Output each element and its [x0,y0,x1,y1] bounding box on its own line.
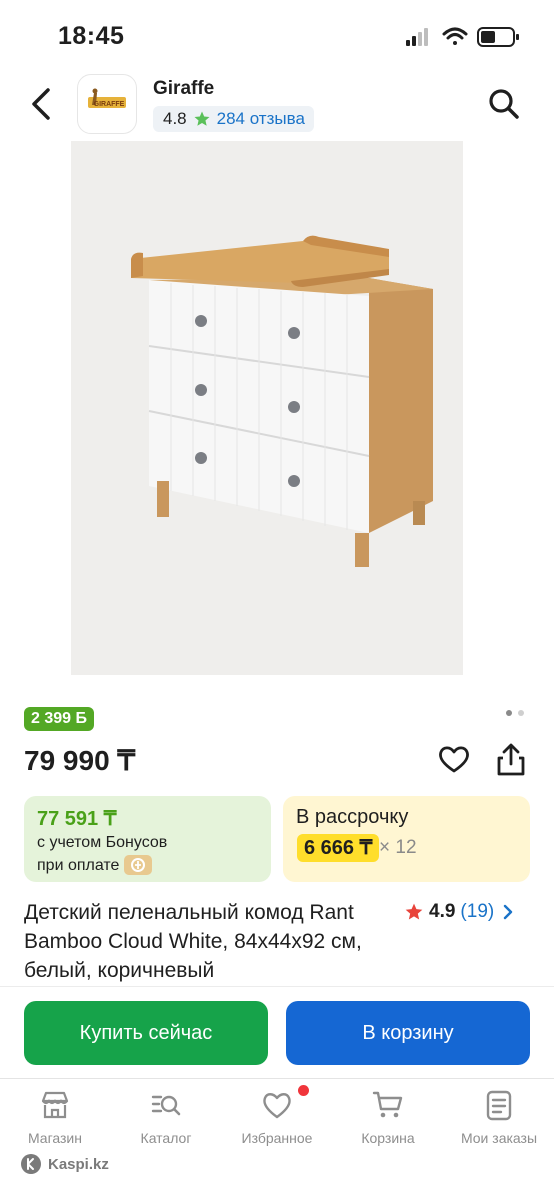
tab-cart-label: Корзина [361,1130,415,1146]
product-reviews-count[interactable]: (19) [460,901,494,923]
bonus-badge: 2 399 Б [24,707,94,731]
shop-header: GIRAFFE Giraffe 4.8 284 отзыва [0,70,554,140]
status-bar: 18:45 [0,0,554,70]
installment-monthly: 6 666 ₸ [297,834,380,862]
image-pager-dots [506,710,526,718]
bonus-price: 77 591 ₸ [37,808,117,830]
tab-cart[interactable]: Корзина [333,1079,443,1159]
pager-dot-active [506,710,512,716]
cart-icon [372,1091,403,1118]
heart-icon [263,1093,291,1119]
bonus-price-line1: с учетом Бонусов [37,834,168,851]
tab-orders[interactable]: Мои заказы [444,1079,554,1159]
share-icon[interactable] [494,742,528,778]
chevron-right-icon [504,904,513,920]
back-arrow-icon[interactable] [24,84,60,124]
installment-months: × 12 [379,837,417,858]
dresser-illustration [131,235,433,567]
kaspi-brand: Kaspi.kz [48,1155,109,1173]
notification-dot [298,1085,309,1096]
giraffe-logo-icon: GIRAFFE [88,88,126,108]
tab-store-label: Магазин [27,1130,82,1146]
store-icon [41,1091,69,1119]
shop-logo[interactable]: GIRAFFE [77,74,137,134]
shop-reviews-link[interactable]: 284 отзыва [217,109,305,129]
tab-orders-label: Мои заказы [460,1130,538,1146]
shop-rating[interactable]: 4.8 284 отзыва [153,106,314,132]
installment-title: В рассрочку [296,806,409,828]
logo-text: GIRAFFE [94,101,125,108]
battery-icon [477,27,519,47]
shop-name[interactable]: Giraffe [153,78,214,100]
orders-icon [486,1090,512,1121]
kaspi-watermark: Kaspi.kz [20,1152,109,1176]
bonus-price-line2-wrap: при оплате [37,855,153,876]
signal-icon [406,28,428,46]
divider [0,986,554,987]
installment-card[interactable]: В рассрочку 6 666 ₸ × 12 [283,796,530,882]
product-rating: 4.9 [429,901,456,922]
pager-dot [518,710,524,716]
buy-now-button[interactable]: Купить сейчас [24,1001,268,1065]
bonus-price-card[interactable]: 77 591 ₸ с учетом Бонусов при оплате [24,796,271,882]
product-image[interactable] [71,141,463,675]
tab-favorites[interactable]: Избранное [222,1079,332,1159]
kaspi-logo-icon [21,1154,41,1174]
kaspi-bonus-icon [124,855,153,875]
tab-catalog-label: Каталог [140,1130,192,1146]
wifi-icon [442,27,468,45]
product-price: 79 990 ₸ [24,745,136,776]
bonus-price-line2: при оплате [37,857,120,875]
tab-catalog[interactable]: Каталог [111,1079,221,1159]
catalog-search-icon [151,1095,181,1116]
product-reviews[interactable]: 4.9 (19) [404,899,517,925]
tab-favorites-label: Избранное [241,1130,313,1146]
add-to-cart-button[interactable]: В корзину [286,1001,530,1065]
search-icon[interactable] [486,86,522,122]
status-icons [406,27,519,47]
tab-store[interactable]: Магазин [0,1079,110,1159]
shop-rating-value: 4.8 [163,109,187,128]
product-name: Детский пеленальный комод Rant Bamboo Cl… [24,901,362,982]
star-icon [405,903,423,920]
favorite-heart-icon[interactable] [437,742,471,776]
status-time: 18:45 [58,22,125,50]
star-icon [194,111,210,126]
